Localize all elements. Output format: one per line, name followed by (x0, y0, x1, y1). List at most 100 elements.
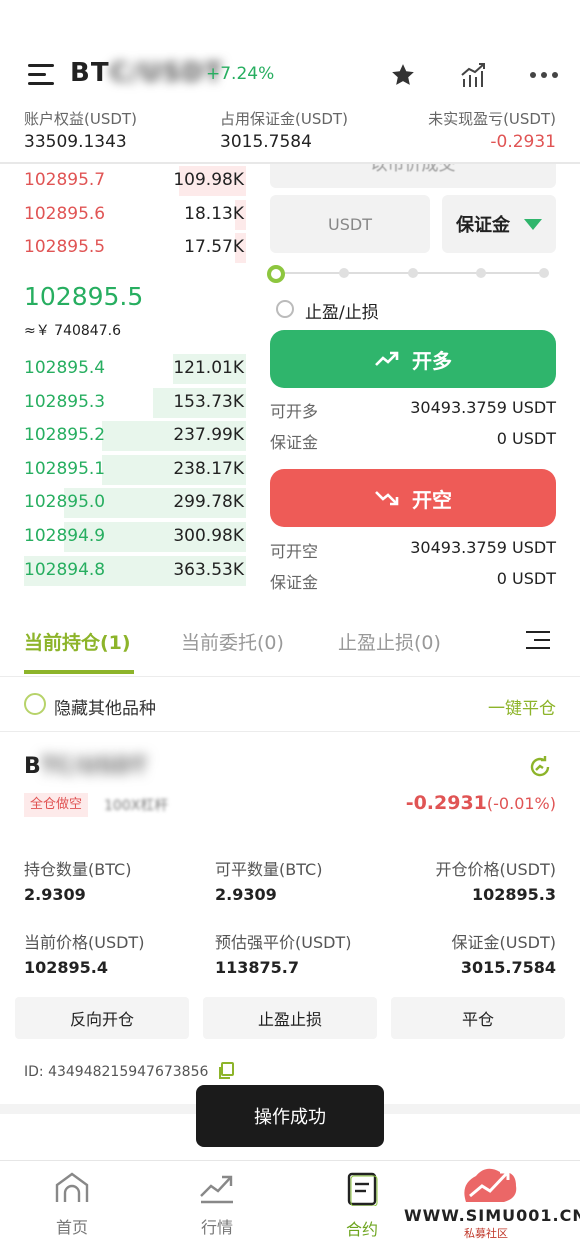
margin-select[interactable]: 保证金 (442, 195, 556, 253)
watermark-sub: 私募社区 (464, 1227, 508, 1240)
divider (0, 731, 580, 732)
price-change: +7.24% (206, 64, 275, 84)
amount-unit: USDT (328, 214, 372, 234)
hide-others-checkbox[interactable] (24, 693, 46, 715)
tab-tpsl[interactable]: 止盈止损(0) (338, 628, 441, 655)
bid-price: 102894.9 (24, 526, 106, 546)
liq-price-value: 113875.7 (215, 958, 300, 977)
close-all-button[interactable]: 一键平仓 (488, 694, 556, 719)
bid-qty: 300.98K (173, 526, 244, 546)
open-short-button[interactable]: 开空 (270, 469, 556, 527)
watermark-logo-icon (456, 1162, 522, 1210)
equity-value: 33509.1343 (24, 132, 127, 152)
ask-row[interactable]: 102895.6 18.13K (24, 199, 246, 230)
leverage-label: 100X杠杆 (104, 798, 169, 814)
price-input[interactable]: 以市价成交 (270, 164, 556, 188)
bid-price: 102895.4 (24, 358, 106, 378)
margin-used-label: 占用保证金(USDT) (220, 110, 348, 128)
hold-qty-label: 持仓数量(BTC) (24, 860, 132, 879)
tpsl-label: 止盈/止损 (305, 303, 379, 323)
ask-price: 102895.7 (24, 170, 106, 190)
kline-chart-icon[interactable] (456, 58, 490, 92)
position-margin-label: 保证金(USDT) (451, 933, 556, 952)
long-margin-value: 0 USDT (496, 429, 556, 448)
current-price-label: 当前价格(USDT) (24, 933, 145, 952)
tab-positions[interactable]: 当前持仓(1) (24, 628, 131, 655)
hold-qty-value: 2.9309 (24, 885, 86, 904)
nav-contract[interactable]: 合约 (322, 1172, 402, 1242)
short-available-label: 可开空 (270, 542, 319, 561)
tpsl-checkbox[interactable] (276, 300, 294, 318)
amount-input[interactable]: USDT (270, 195, 430, 253)
liq-price-label: 预估强平价(USDT) (215, 933, 352, 952)
bid-price: 102895.3 (24, 391, 106, 412)
nav-market-label: 行情 (200, 1218, 233, 1237)
nav-home[interactable]: 首页 (32, 1172, 112, 1242)
last-price[interactable]: 102895.5 (24, 282, 143, 311)
bid-row[interactable]: 102894.9 300.98K (24, 522, 246, 552)
more-icon[interactable] (527, 58, 561, 92)
tpsl-button[interactable]: 止盈止损 (203, 997, 377, 1039)
nav-market[interactable]: 行情 (177, 1172, 257, 1242)
bid-qty: 121.01K (173, 358, 244, 378)
bid-qty: 238.17K (173, 458, 244, 479)
ask-qty: 18.13K (184, 203, 244, 224)
slider-step[interactable] (539, 268, 549, 278)
ask-price: 102895.5 (24, 237, 106, 258)
symbol-visible: BT (70, 58, 110, 88)
bid-row[interactable]: 102895.2 237.99K (24, 421, 246, 452)
unrealized-pnl-value: -0.2931 (490, 132, 556, 152)
nav-home-label: 首页 (55, 1218, 88, 1237)
closable-qty-label: 可平数量(BTC) (215, 860, 323, 879)
position-pnl: -0.2931(-0.01%) (406, 792, 556, 814)
bid-row[interactable]: 102895.4 121.01K (24, 354, 246, 384)
bid-price: 102894.8 (24, 559, 106, 580)
short-margin-label: 保证金 (270, 573, 319, 592)
bid-qty: 237.99K (173, 425, 244, 446)
home-icon (54, 1172, 90, 1208)
bid-price: 102895.0 (24, 492, 106, 513)
bid-qty: 363.53K (173, 559, 244, 580)
symbol-title[interactable]: BTC/USDT (70, 58, 223, 88)
slider-step[interactable] (339, 268, 349, 278)
slider-step[interactable] (408, 268, 418, 278)
position-symbol-visible: B (24, 754, 41, 779)
position-margin-value: 3015.7584 (460, 958, 556, 977)
bid-row[interactable]: 102895.0 299.78K (24, 488, 246, 519)
short-available-value: 30493.3759 USDT (410, 538, 556, 557)
watermark-text: WWW.SIMU001.CN (404, 1206, 580, 1225)
slider-knob[interactable] (267, 265, 285, 283)
nav-contract-label: 合约 (345, 1220, 378, 1239)
open-price-label: 开仓价格(USDT) (435, 860, 556, 879)
slider-step[interactable] (476, 268, 486, 278)
position-side-badge: 全仓做空 (24, 793, 89, 817)
margin-select-label: 保证金 (456, 215, 510, 236)
short-margin-value: 0 USDT (496, 569, 556, 588)
ask-qty: 17.57K (184, 237, 244, 258)
ask-price: 102895.6 (24, 203, 106, 224)
bid-row[interactable]: 102895.1 238.17K (24, 454, 246, 485)
share-icon[interactable] (528, 755, 552, 783)
open-long-button[interactable]: 开多 (270, 330, 556, 388)
price-input-placeholder: 以市价成交 (370, 164, 456, 175)
tab-open-orders[interactable]: 当前委托(0) (181, 628, 284, 655)
close-position-button[interactable]: 平仓 (391, 997, 565, 1039)
divider (0, 676, 580, 677)
ask-row[interactable]: 102895.7 109.98K (24, 166, 246, 196)
bid-qty: 299.78K (173, 492, 244, 513)
reverse-open-button[interactable]: 反向开仓 (15, 997, 189, 1039)
bid-price: 102895.2 (24, 425, 106, 446)
last-price-cny: ≈￥ 740847.6 (24, 323, 121, 339)
list-menu-icon[interactable] (526, 630, 552, 652)
tab-indicator (24, 670, 134, 674)
equity-label: 账户权益(USDT) (24, 110, 137, 128)
open-long-label: 开多 (412, 348, 452, 373)
trend-up-icon (374, 350, 400, 368)
ask-row[interactable]: 102895.5 17.57K (24, 233, 246, 264)
bid-row[interactable]: 102895.3 153.73K (24, 387, 246, 418)
menu-icon[interactable] (28, 62, 56, 88)
star-icon[interactable] (386, 58, 420, 92)
trend-down-icon (374, 489, 400, 507)
copy-icon[interactable] (217, 1062, 235, 1084)
bid-row[interactable]: 102894.8 363.53K (24, 555, 246, 586)
